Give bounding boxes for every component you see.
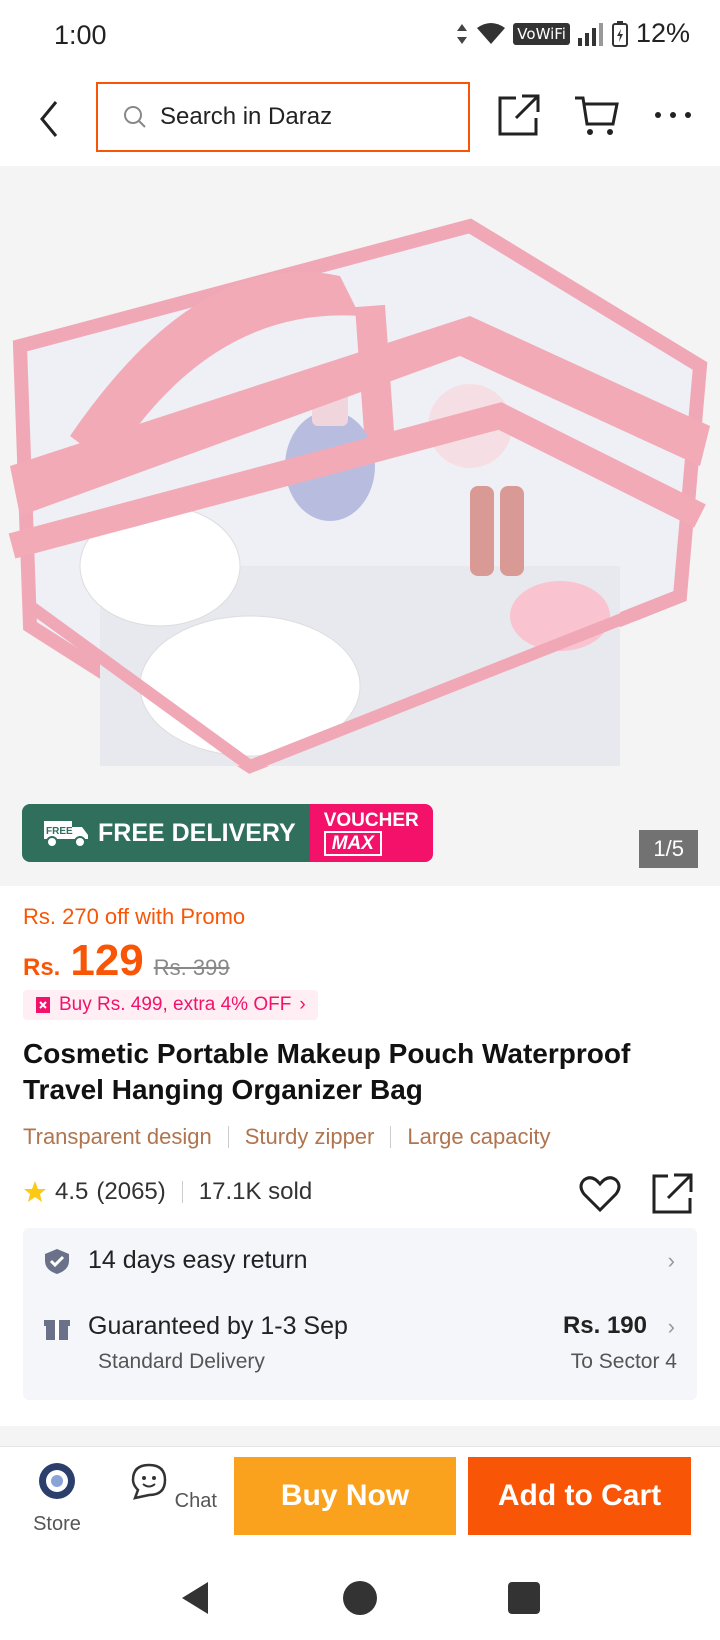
nav-home-icon[interactable] [338,1576,382,1620]
search-placeholder: Search in Daraz [160,103,333,130]
delivery-fee: Rs. 190 [562,1312,647,1339]
chevron-right-icon: › [667,1248,675,1273]
store-button[interactable]: Store [12,1461,102,1536]
feature-tag: Transparent design [23,1124,212,1149]
chevron-right-icon: › [667,1314,675,1339]
divider [181,1181,183,1203]
back-arrow-icon[interactable] [30,94,70,144]
wifi-icon [477,22,506,44]
voucher-max-badge: VOUCHER MAX [309,804,433,862]
gift-box-icon [44,1320,70,1340]
buy-now-button[interactable]: Buy Now [234,1457,456,1535]
shield-check-icon [45,1249,69,1274]
divider [227,1126,229,1148]
delivery-destination: To Sector 4 [570,1350,677,1373]
wishlist-heart-icon[interactable] [578,1172,622,1216]
status-bar: 1:00 VoWiFi 12% [0,0,720,72]
bundle-deal-text: Buy Rs. 499, extra 4% OFF [59,994,292,1015]
top-nav: Search in Daraz [0,72,720,166]
feature-tags: Transparent design Sturdy zipper Large c… [23,1124,550,1150]
divider [390,1126,392,1148]
delivery-row[interactable]: Guaranteed by 1-3 Sep Standard Delivery … [23,1294,697,1400]
feature-tag: Sturdy zipper [244,1124,375,1149]
add-to-cart-button[interactable]: Add to Cart [468,1457,691,1535]
chat-button[interactable]: Chat [128,1461,218,1513]
coupon-icon [36,997,50,1013]
bottom-action-bar: Store Chat Buy Now Add to Cart [0,1446,720,1556]
price-value: 129 [70,936,144,985]
search-input[interactable]: Search in Daraz [96,82,470,152]
return-policy-text: 14 days easy return [88,1246,308,1274]
battery-icon [611,20,628,47]
chat-label: Chat [174,1490,217,1512]
free-delivery-voucher-badge: FREE FREE DELIVERY VOUCHER MAX [22,804,433,862]
section-divider [0,1426,720,1446]
service-card: 14 days easy return › Guaranteed by 1-3 … [23,1228,697,1400]
sold-count: 17.1K sold [198,1178,313,1205]
return-policy-row[interactable]: 14 days easy return › [23,1228,697,1294]
system-nav-bar [0,1556,720,1640]
product-title: Cosmetic Portable Makeup Pouch Waterproo… [23,1038,631,1105]
delivery-title: Guaranteed by 1-3 Sep [88,1312,348,1340]
status-icons: VoWiFi 12% [455,18,690,49]
nav-back-icon[interactable] [174,1576,218,1620]
image-counter: 1/5 [639,830,698,868]
voucher-label: VOUCHER [323,810,419,831]
data-arrows-icon [457,23,468,44]
free-delivery-badge: FREE FREE DELIVERY [22,804,310,862]
product-image-gallery[interactable]: FREE FREE DELIVERY VOUCHER MAX 1/5 [0,166,720,886]
price-currency: Rs. [23,954,61,981]
vowifi-label: VoWiFi [513,22,570,45]
rating-row[interactable]: 4.5 (2065) 17.1K sold [23,1178,312,1206]
store-logo-icon [39,1463,75,1499]
review-count: (2065) [96,1178,166,1205]
delivery-method: Standard Delivery [98,1350,265,1373]
signal-icon [577,22,603,46]
chevron-right-icon: › [299,994,306,1015]
more-icon[interactable] [650,92,696,138]
feature-tag: Large capacity [407,1124,551,1149]
battery-percent: 12% [635,18,690,48]
promo-text[interactable]: Rs. 270 off with Promo [23,904,245,930]
truck-icon: FREE [44,821,88,848]
cart-icon[interactable] [573,92,619,138]
price-row: Rs. 129 Rs. 399 [23,936,230,986]
bundle-deal-chip[interactable]: Buy Rs. 499, extra 4% OFF › [23,990,318,1020]
voucher-max-label: MAX [323,831,382,856]
original-price: Rs. 399 [153,955,230,980]
store-label: Store [33,1513,81,1535]
chat-icon [131,1463,167,1500]
star-icon [24,1181,46,1202]
free-delivery-label: FREE DELIVERY [98,818,296,847]
share-icon[interactable] [496,92,542,138]
search-icon [124,106,146,128]
rating-value: 4.5 [55,1178,89,1205]
free-small-label: FREE [46,826,73,837]
product-photo [0,166,720,886]
status-time: 1:00 [54,20,107,50]
nav-recents-icon[interactable] [502,1576,546,1620]
share-icon[interactable] [650,1172,694,1216]
